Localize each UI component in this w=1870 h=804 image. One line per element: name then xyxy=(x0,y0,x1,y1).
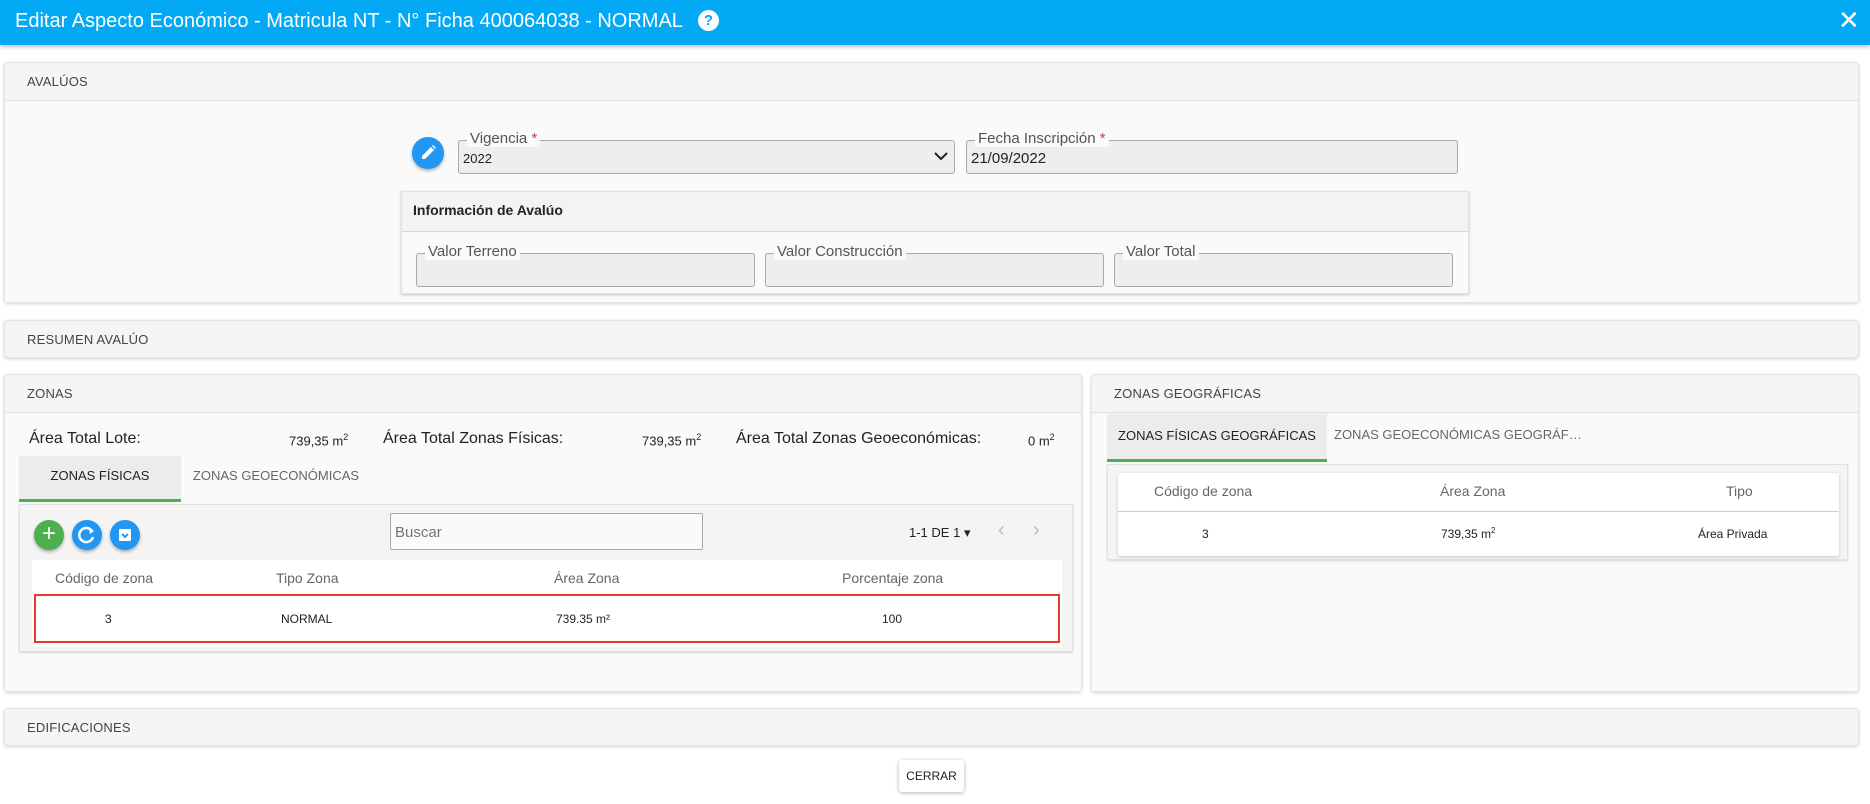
close-icon[interactable]: ✕ xyxy=(1838,6,1860,34)
table-row[interactable]: 3 739,35 m2 Área Privada xyxy=(1118,512,1839,556)
zonas-fisicas-table: Código de zona Tipo Zona Área Zona Porce… xyxy=(32,560,1062,647)
pencil-icon xyxy=(422,145,436,159)
zonas-geograficas-panel: ZONAS GEOGRÁFICAS ZONAS FÍSICAS GEOGRÁFI… xyxy=(1091,374,1859,692)
zonas-header[interactable]: ZONAS xyxy=(5,375,1081,413)
column-header[interactable]: Porcentaje zona xyxy=(842,570,943,586)
column-header[interactable]: Área Zona xyxy=(1440,483,1505,499)
area-total-geoeconomicas-value: 0 m2 xyxy=(1028,432,1055,449)
informacion-avaluo-card: Información de Avalúo Valor Terreno Valo… xyxy=(401,191,1469,294)
add-button[interactable]: + xyxy=(34,520,64,550)
tab-zonas-geoeconomicas[interactable]: ZONAS GEOECONÓMICAS xyxy=(181,456,371,502)
valor-construccion-field[interactable]: Valor Construcción xyxy=(765,244,1104,287)
vigencia-label: Vigencia xyxy=(470,130,528,147)
search-input[interactable]: Buscar xyxy=(390,513,703,550)
valor-total-field[interactable]: Valor Total xyxy=(1114,244,1453,287)
zonas-geograficas-card: Código de zona Área Zona Tipo 3 739,35 m… xyxy=(1107,464,1848,560)
zonas-fisicas-card: + Buscar 1-1 DE 1 ▾ ‹ › Código de zona T… xyxy=(19,504,1073,652)
next-page-button[interactable]: › xyxy=(1033,519,1040,542)
cell-codigo: 3 xyxy=(105,612,112,626)
area-total-fisicas-label: Área Total Zonas Físicas: xyxy=(383,430,564,447)
refresh-icon xyxy=(78,526,95,544)
resumen-panel[interactable]: RESUMEN AVALÚO xyxy=(4,320,1859,358)
valor-total-label: Valor Total xyxy=(1123,244,1199,260)
zonas-panel: ZONAS Área Total Lote: 739,35 m2 Área To… xyxy=(4,374,1082,692)
cell-area: 739.35 m² xyxy=(556,612,611,626)
cell-tipo: NORMAL xyxy=(281,612,333,626)
valor-construccion-label: Valor Construcción xyxy=(774,244,906,260)
chevron-down-icon xyxy=(934,152,948,161)
column-header[interactable]: Área Zona xyxy=(554,570,619,586)
tab-zonas-geoeconomicas-geograficas[interactable]: ZONAS GEOECONÓMICAS GEOGRÁF… xyxy=(1327,414,1587,462)
dialog-title: Editar Aspecto Económico - Matricula NT … xyxy=(15,10,683,32)
resumen-header[interactable]: RESUMEN AVALÚO xyxy=(5,321,1858,359)
fecha-inscripcion-field[interactable]: Fecha Inscripción * 21/09/2022 xyxy=(966,131,1458,174)
vigencia-select[interactable]: Vigencia * 2022 xyxy=(458,131,955,174)
edificaciones-header[interactable]: EDIFICACIONES xyxy=(5,709,1858,747)
required-mark: * xyxy=(1099,130,1106,147)
required-mark: * xyxy=(531,130,538,147)
refresh-button[interactable] xyxy=(72,520,102,550)
edificaciones-panel[interactable]: EDIFICACIONES xyxy=(4,708,1859,746)
valor-terreno-field[interactable]: Valor Terreno xyxy=(416,244,755,287)
avaluos-header[interactable]: AVALÚOS xyxy=(5,63,1858,101)
column-header[interactable]: Código de zona xyxy=(55,570,153,586)
column-header[interactable]: Tipo xyxy=(1726,483,1753,499)
cell-porcentaje: 100 xyxy=(882,612,903,626)
pagination-label[interactable]: 1-1 DE 1 ▾ xyxy=(909,525,970,541)
fecha-value: 21/09/2022 xyxy=(971,150,1047,167)
tab-zonas-fisicas[interactable]: ZONAS FÍSICAS xyxy=(19,456,181,502)
column-header[interactable]: Código de zona xyxy=(1154,483,1252,499)
vigencia-value: 2022 xyxy=(463,151,492,166)
zonas-geograficas-body: ZONAS FÍSICAS GEOGRÁFICAS ZONAS GEOECONÓ… xyxy=(1092,414,1858,691)
avaluos-body: Vigencia * 2022 Fecha Inscripción * 21/0… xyxy=(5,102,1858,302)
zonas-body: Área Total Lote: 739,35 m2 Área Total Zo… xyxy=(5,414,1081,691)
archive-icon xyxy=(119,529,131,541)
edit-button[interactable] xyxy=(412,137,444,169)
prev-page-button[interactable]: ‹ xyxy=(998,519,1005,542)
search-placeholder: Buscar xyxy=(395,524,442,541)
table-row[interactable]: 3 NORMAL 739.35 m² 100 xyxy=(34,594,1060,643)
cell-area: 739,35 m2 xyxy=(1441,526,1496,541)
area-total-geoeconomicas-label: Área Total Zonas Geoeconómicas: xyxy=(736,430,982,447)
cell-tipo: Área Privada xyxy=(1698,527,1768,541)
zonas-geograficas-header[interactable]: ZONAS GEOGRÁFICAS xyxy=(1092,375,1858,413)
caret-down-icon: ▾ xyxy=(963,525,971,540)
help-icon[interactable]: ? xyxy=(698,10,719,31)
archive-button[interactable] xyxy=(110,520,140,550)
zonas-geograficas-table: Código de zona Área Zona Tipo 3 739,35 m… xyxy=(1118,473,1839,556)
avaluos-panel: AVALÚOS Vigencia * 2022 Fecha Inscripció… xyxy=(4,62,1859,303)
cerrar-button[interactable]: CERRAR xyxy=(899,760,964,792)
area-total-fisicas-value: 739,35 m2 xyxy=(642,432,702,449)
valor-terreno-label: Valor Terreno xyxy=(425,244,520,260)
tab-zonas-fisicas-geograficas[interactable]: ZONAS FÍSICAS GEOGRÁFICAS xyxy=(1107,414,1327,462)
column-header[interactable]: Tipo Zona xyxy=(276,570,339,586)
fecha-label: Fecha Inscripción xyxy=(978,130,1096,147)
dialog-titlebar: Editar Aspecto Económico - Matricula NT … xyxy=(0,0,1870,45)
cell-codigo: 3 xyxy=(1202,527,1209,541)
area-total-lote-label: Área Total Lote: xyxy=(29,430,141,447)
area-total-lote-value: 739,35 m2 xyxy=(289,432,349,449)
informacion-avaluo-title: Información de Avalúo xyxy=(402,192,1468,232)
